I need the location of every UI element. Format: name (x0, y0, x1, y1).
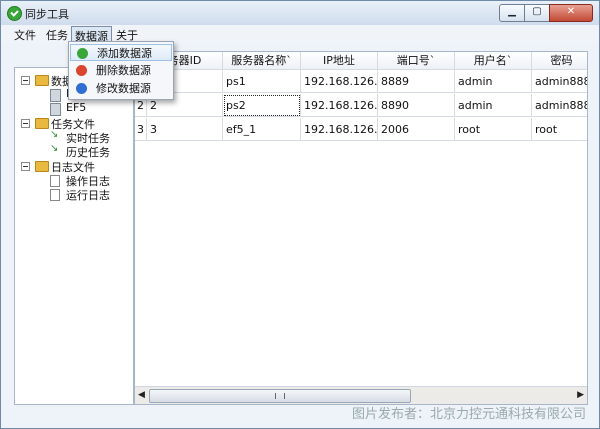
watermark: 图片发布者：北京力控元通科技有限公司 (351, 407, 586, 422)
server-icon (50, 103, 61, 116)
menu-item-label: 删除数据源 (96, 64, 151, 77)
table-cell[interactable]: 8889 (378, 70, 455, 93)
folder-icon (35, 118, 49, 129)
edit-icon (76, 83, 87, 94)
column-header[interactable]: 用户名` (455, 52, 532, 70)
table-cell[interactable]: root (532, 118, 587, 141)
maximize-button[interactable]: ▢ (524, 4, 550, 22)
menu-item[interactable]: 文件 (11, 27, 39, 43)
task-icon (50, 129, 59, 141)
datasource-menu: 添加数据源删除数据源修改数据源 (68, 41, 174, 100)
tree-item[interactable]: 操作日志 (66, 173, 110, 188)
collapse-icon[interactable] (21, 162, 30, 171)
menu-item-datasource[interactable]: 删除数据源 (70, 62, 172, 79)
column-header[interactable]: 端口号` (378, 52, 455, 70)
table-cell[interactable]: 8890 (378, 94, 455, 117)
column-header[interactable]: 密码 (532, 52, 587, 70)
folder-icon (35, 161, 49, 172)
menu-item-label: 修改数据源 (96, 82, 151, 95)
row-number: 3 (135, 118, 147, 141)
table-cell[interactable]: admin (455, 94, 532, 117)
tree-item[interactable]: 实时任务 (66, 130, 110, 145)
tree-item[interactable]: 历史任务 (66, 144, 110, 159)
scrollbar-thumb[interactable] (149, 389, 411, 403)
folder-icon (35, 75, 49, 86)
collapse-icon[interactable] (21, 119, 30, 128)
data-grid: 务器ID服务器名称`IP地址端口号`用户名`密码ps1192.168.126.1… (134, 51, 588, 405)
table-cell[interactable]: ps2 (223, 94, 301, 117)
table-cell[interactable]: 2006 (378, 118, 455, 141)
app-icon (7, 6, 22, 21)
tree-item[interactable]: 日志文件 (51, 159, 95, 174)
table-cell[interactable]: root (455, 118, 532, 141)
collapse-icon[interactable] (21, 76, 30, 85)
table-cell[interactable]: 3 (147, 118, 223, 141)
table-cell[interactable]: admin888 (532, 94, 587, 117)
minimize-icon: ▁ (508, 6, 516, 17)
window-title: 同步工具 (25, 8, 69, 21)
column-header[interactable]: 服务器名称` (223, 52, 301, 70)
horizontal-scrollbar[interactable]: ◀ ▶ (135, 386, 587, 404)
doc-icon (50, 175, 60, 187)
tree-item[interactable]: 运行日志 (66, 187, 110, 202)
close-icon: ✕ (566, 6, 576, 17)
menu-item-datasource[interactable]: 修改数据源 (70, 80, 172, 97)
close-button[interactable]: ✕ (549, 4, 593, 22)
table-cell[interactable]: admin888 (532, 70, 587, 93)
task-icon (50, 143, 59, 155)
table-cell[interactable]: ef5_1 (223, 118, 301, 141)
title-bar[interactable]: 同步工具 ▁ ▢ ✕ (1, 1, 599, 25)
table-cell[interactable]: 192.168.126.137 (301, 118, 378, 141)
column-header[interactable]: IP地址 (301, 52, 378, 70)
grip-icon (275, 393, 285, 399)
tree-item[interactable]: 任务文件 (51, 116, 95, 131)
table-cell[interactable]: ps1 (223, 70, 301, 93)
delete-icon (76, 65, 87, 76)
scroll-left-icon[interactable]: ◀ (138, 390, 145, 400)
table-cell[interactable]: 192.168.126.137 (301, 70, 378, 93)
table-cell[interactable]: 192.168.126.137 (301, 94, 378, 117)
server-icon (50, 89, 61, 102)
minimize-button[interactable]: ▁ (499, 4, 525, 22)
menu-item[interactable]: 任务 (43, 27, 71, 43)
tree-item[interactable]: EF5 (66, 101, 86, 115)
navigation-tree: 数据PEF5任务文件实时任务历史任务日志文件操作日志运行日志 (14, 67, 134, 405)
add-icon (77, 48, 88, 59)
menu-item-datasource[interactable]: 添加数据源 (70, 44, 172, 61)
menu-item-label: 添加数据源 (97, 47, 152, 60)
maximize-icon: ▢ (532, 6, 542, 17)
table-cell[interactable]: admin (455, 70, 532, 93)
doc-icon (50, 189, 60, 201)
scroll-right-icon[interactable]: ▶ (577, 390, 584, 400)
